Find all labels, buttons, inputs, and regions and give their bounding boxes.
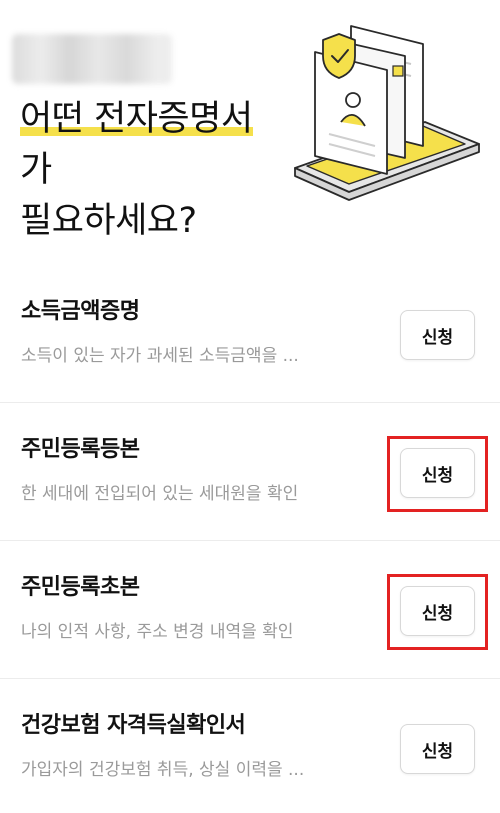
apply-button[interactable]: 신청 <box>400 310 475 360</box>
item-title: 주민등록초본 <box>21 575 140 600</box>
item-description: 나의 인적 사항, 주소 변경 내역을 확인 <box>21 622 294 642</box>
list-item: 소득금액증명 소득이 있는 자가 과세된 소득금액을 ... 신청 <box>0 265 500 403</box>
list-item: 건강보험 자격득실확인서 가입자의 건강보험 취득, 상실 이력을 ... 신청 <box>0 679 500 813</box>
list-item: 주민등록등본 한 세대에 전입되어 있는 세대원을 확인 신청 <box>0 403 500 541</box>
item-description: 소득이 있는 자가 과세된 소득금액을 ... <box>21 346 299 366</box>
apply-button[interactable]: 신청 <box>400 448 475 498</box>
title-line-3: 필요하세요? <box>20 200 197 241</box>
item-description: 한 세대에 전입되어 있는 세대원을 확인 <box>21 484 299 504</box>
page-title: 어떤 전자증명서 가 필요하세요? <box>20 94 253 246</box>
list-item: 주민등록초본 나의 인적 사항, 주소 변경 내역을 확인 신청 <box>0 541 500 679</box>
item-title: 주민등록등본 <box>21 437 140 462</box>
document-stack-illustration <box>294 25 480 201</box>
apply-button[interactable]: 신청 <box>400 724 475 774</box>
item-title: 소득금액증명 <box>21 299 140 324</box>
title-highlight: 어떤 전자증명서 <box>20 99 253 139</box>
certificate-list: 소득금액증명 소득이 있는 자가 과세된 소득금액을 ... 신청 주민등록등본… <box>0 265 500 813</box>
item-description: 가입자의 건강보험 취득, 상실 이력을 ... <box>21 760 305 780</box>
apply-button[interactable]: 신청 <box>400 586 475 636</box>
item-title: 건강보험 자격득실확인서 <box>21 713 246 738</box>
blurred-username <box>12 34 172 84</box>
shield-badge-icon <box>322 33 356 79</box>
title-line-2: 가 <box>20 149 52 190</box>
